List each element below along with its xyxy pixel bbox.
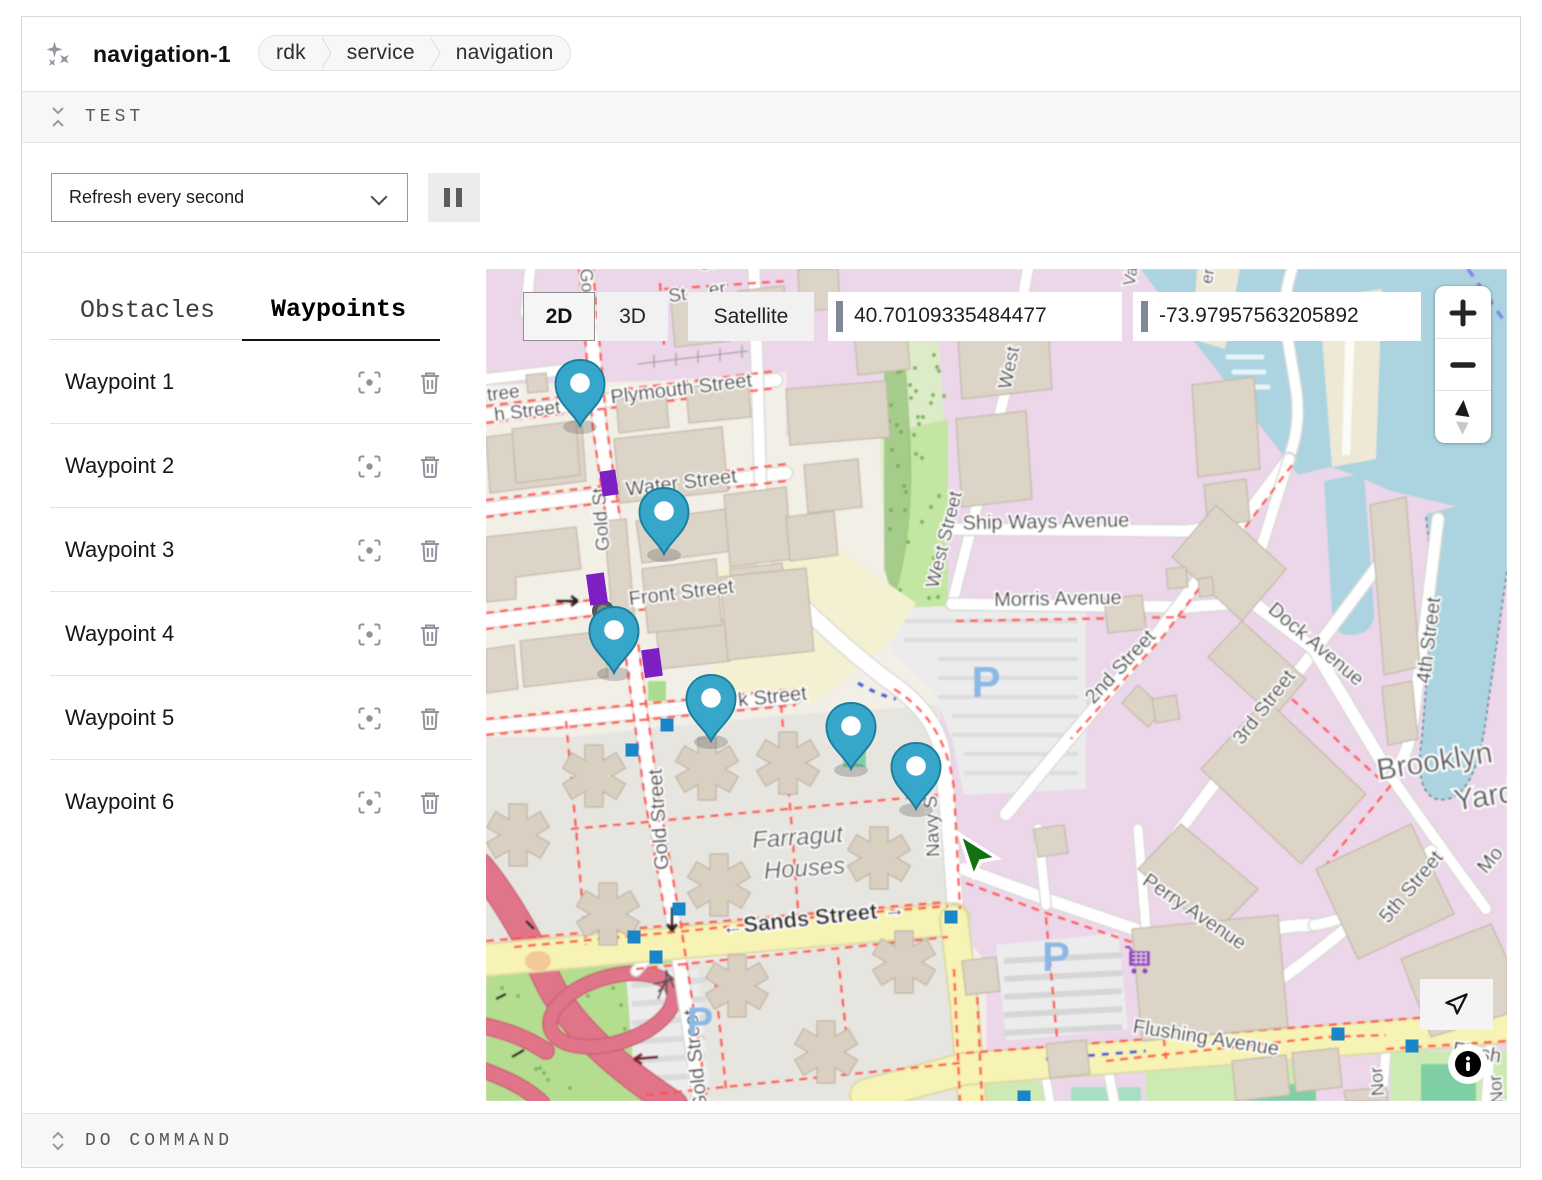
svg-text:Houses: Houses [763,852,846,885]
svg-text:P: P [971,658,1000,707]
svg-text:Go: Go [576,269,598,293]
svg-text:tree: tree [486,381,521,406]
svg-text:P: P [687,1000,714,1044]
svg-text:Nor: Nor [1485,1074,1507,1101]
svg-text:Gold St: Gold St [589,486,614,551]
svg-text:Nor: Nor [1366,1066,1388,1097]
svg-text:P: P [1042,933,1070,980]
svg-text:er: er [1197,269,1218,285]
svg-text:Morris Avenue: Morris Avenue [994,587,1122,611]
svg-text:Ship Ways Avenue: Ship Ways Avenue [962,510,1129,535]
svg-text:St: St [667,284,688,307]
svg-text:Va: Va [1120,269,1142,287]
